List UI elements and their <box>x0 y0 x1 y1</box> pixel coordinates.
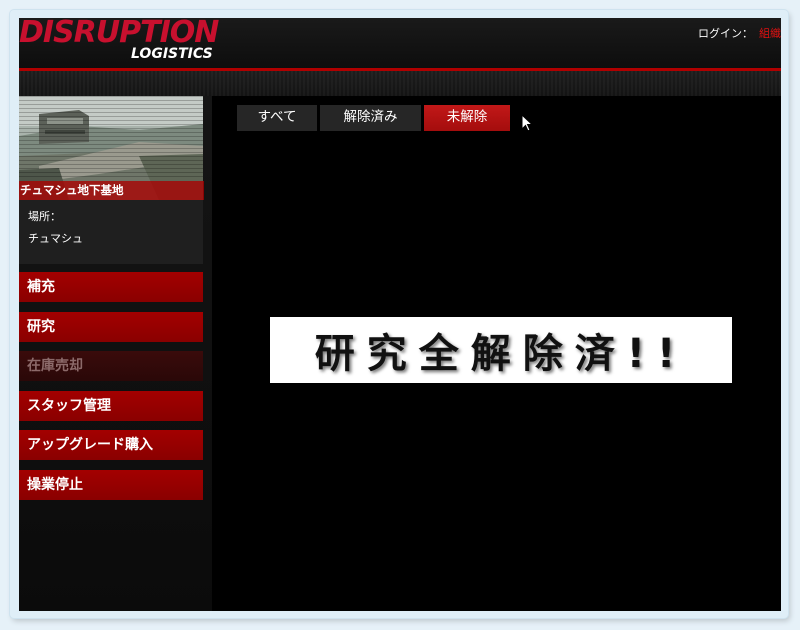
menu-item-resupply[interactable]: 補充 <box>19 272 203 302</box>
header-strip <box>19 68 781 99</box>
logo-sub: LOGISTICS <box>131 46 213 62</box>
header: DISRUPTION LOGISTICS ログイン： 組織 <box>19 18 781 68</box>
app-screen: DISRUPTION LOGISTICS ログイン： 組織 チュマシュ地下基地 … <box>19 18 781 611</box>
menu-item-shutdown[interactable]: 操業停止 <box>19 469 203 500</box>
login-label: ログイン： <box>698 27 753 40</box>
completion-banner: 研究全解除済!! <box>270 317 732 383</box>
menu-item-research[interactable]: 研究 <box>19 311 203 342</box>
location-card: チュマシュ地下基地 場所： チュマシュ <box>19 96 204 264</box>
login-status: ログイン： 組織 <box>698 26 781 42</box>
sidebar-menu: 補充 研究 在庫売却 スタッフ管理 アップグレード購入 操業停止 <box>19 272 203 509</box>
main-content: すべて 解除済み 未解除 研究全解除済!! <box>212 96 781 611</box>
mouse-cursor-icon <box>521 113 534 136</box>
menu-item-sell-stock: 在庫売却 <box>19 351 203 381</box>
tab-locked[interactable]: 未解除 <box>424 105 510 131</box>
login-user-link[interactable]: 組織 <box>759 27 781 40</box>
location-label: 場所： <box>28 210 61 223</box>
banner-text: 研究全解除済!! <box>314 331 688 377</box>
menu-item-upgrades[interactable]: アップグレード購入 <box>19 430 203 460</box>
menu-item-staff[interactable]: スタッフ管理 <box>19 390 203 421</box>
location-value: チュマシュ <box>28 232 83 245</box>
sidebar: チュマシュ地下基地 場所： チュマシュ 補充 研究 在庫売却 スタッフ管理 アッ… <box>19 96 212 611</box>
tab-unlocked[interactable]: 解除済み <box>320 105 421 131</box>
location-name: チュマシュ地下基地 <box>19 181 204 200</box>
tab-all[interactable]: すべて <box>237 105 317 131</box>
